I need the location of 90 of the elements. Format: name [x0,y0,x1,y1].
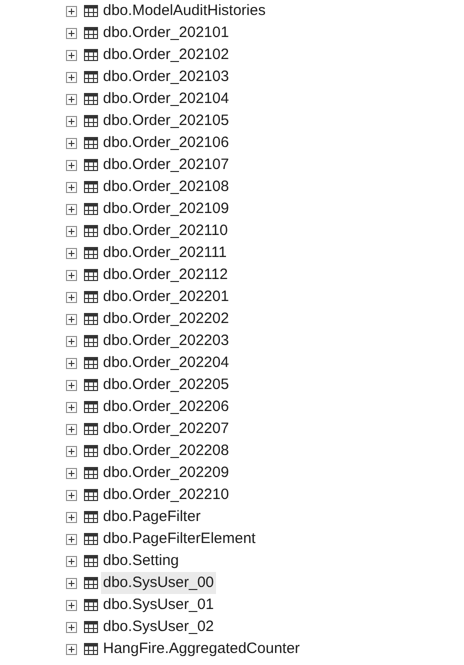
table-icon [84,533,98,545]
expand-icon[interactable] [66,116,77,126]
tree-item[interactable]: dbo.Order_202101 [101,22,231,44]
expand-icon[interactable] [66,50,77,60]
table-icon [84,203,98,215]
table-icon [84,247,98,259]
table-icon [84,401,98,413]
tree-item[interactable]: dbo.Order_202107 [101,154,231,176]
table-icon [84,467,98,479]
table-icon [84,599,98,611]
table-icon [84,313,98,325]
tree-item[interactable]: HangFire.AggregatedCounter [101,638,302,660]
table-icon [84,357,98,369]
tree-item[interactable]: dbo.Order_202208 [101,440,231,462]
tree-item[interactable]: dbo.SysUser_02 [101,616,216,638]
expand-icon[interactable] [66,226,77,236]
table-icon [84,379,98,391]
tree-item[interactable]: dbo.Order_202110 [101,220,230,242]
table-icon [84,423,98,435]
tree-item[interactable]: dbo.Order_202103 [101,66,231,88]
expand-icon[interactable] [66,204,77,214]
table-icon [84,159,98,171]
expand-icon[interactable] [66,512,77,522]
table-icon [84,71,98,83]
expand-icon[interactable] [66,270,77,280]
tree-item[interactable]: dbo.Order_202109 [101,198,231,220]
tree-item[interactable]: dbo.Order_202106 [101,132,231,154]
table-icon [84,511,98,523]
tree-item[interactable]: dbo.Order_202204 [101,352,231,374]
table-icon [84,49,98,61]
table-icon [84,225,98,237]
expand-icon[interactable] [66,424,77,434]
expand-icon[interactable] [66,6,77,16]
expand-icon[interactable] [66,644,77,654]
table-icon [84,291,98,303]
tree-item[interactable]: dbo.PageFilterElement [101,528,258,550]
table-icon [84,621,98,633]
tree-item[interactable]: dbo.Order_202210 [101,484,231,506]
expand-icon[interactable] [66,380,77,390]
tree-item[interactable]: dbo.Order_202203 [101,330,231,352]
expand-icon[interactable] [66,28,77,38]
tree-item[interactable]: dbo.Order_202105 [101,110,231,132]
expand-icon[interactable] [66,490,77,500]
expand-icon[interactable] [66,94,77,104]
tree-item[interactable]: dbo.Order_202112 [101,264,230,286]
expand-icon[interactable] [66,402,77,412]
tree-item[interactable]: dbo.Order_202102 [101,44,231,66]
expand-icon[interactable] [66,336,77,346]
expand-icon[interactable] [66,138,77,148]
table-icon [84,181,98,193]
expand-icon[interactable] [66,468,77,478]
table-icon [84,269,98,281]
tree-item[interactable]: dbo.ModelAuditHistories [101,0,268,22]
tree-item[interactable]: dbo.Order_202206 [101,396,231,418]
expand-icon[interactable] [66,248,77,258]
table-icon [84,577,98,589]
expand-icon[interactable] [66,578,77,588]
expand-icon[interactable] [66,160,77,170]
expand-icon[interactable] [66,446,77,456]
table-icon [84,489,98,501]
tree-item[interactable]: dbo.Order_202207 [101,418,231,440]
table-icon [84,115,98,127]
expand-icon[interactable] [66,182,77,192]
tree-item[interactable]: dbo.SysUser_00 [101,572,216,594]
tree-item[interactable]: dbo.Order_202202 [101,308,231,330]
table-icon [84,137,98,149]
expand-icon[interactable] [66,358,77,368]
expand-icon[interactable] [66,314,77,324]
tree-item[interactable]: dbo.Order_202104 [101,88,231,110]
tree-item[interactable]: dbo.Order_202209 [101,462,231,484]
tree-item[interactable]: dbo.Order_202205 [101,374,231,396]
tree-item[interactable]: dbo.PageFilter [101,506,203,528]
tree-item[interactable]: dbo.Order_202111 [101,242,229,264]
tree-item[interactable]: dbo.Order_202201 [101,286,231,308]
expand-icon[interactable] [66,72,77,82]
expand-icon[interactable] [66,600,77,610]
expand-icon[interactable] [66,622,77,632]
expand-icon[interactable] [66,534,77,544]
tree-item[interactable]: dbo.SysUser_01 [101,594,216,616]
table-icon [84,93,98,105]
table-icon [84,335,98,347]
table-icon [84,555,98,567]
expand-icon[interactable] [66,556,77,566]
table-icon [84,643,98,655]
table-icon [84,27,98,39]
tree-item[interactable]: dbo.Order_202108 [101,176,231,198]
table-icon [84,445,98,457]
table-icon [84,5,98,17]
tree-item[interactable]: dbo.Setting [101,550,181,572]
expand-icon[interactable] [66,292,77,302]
